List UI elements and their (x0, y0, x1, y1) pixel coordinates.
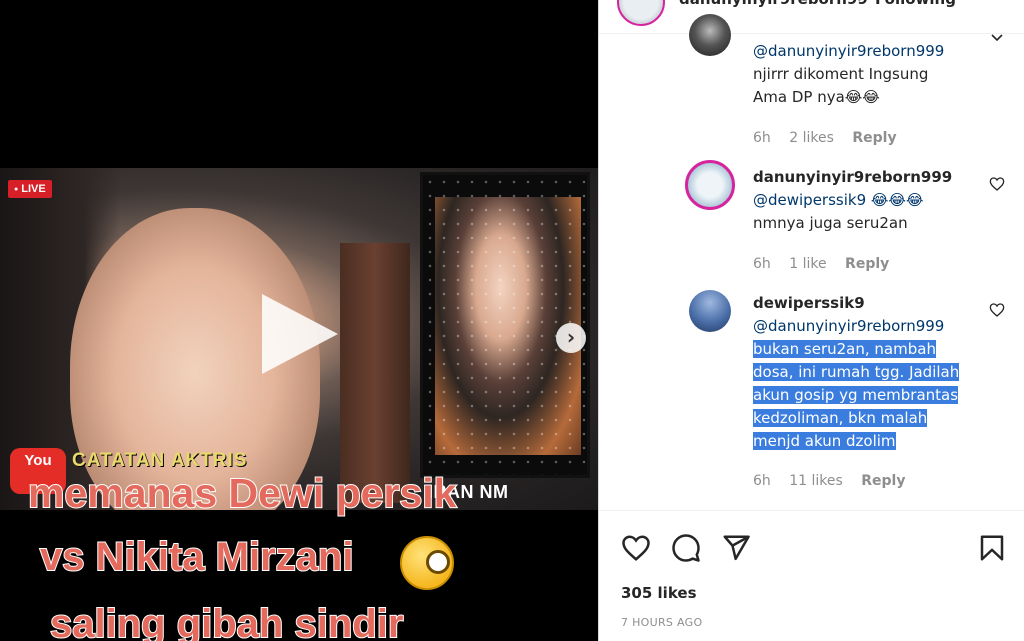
comment-meta: 6h 11 likes Reply (753, 473, 919, 489)
headline-line-2: vs Nikita Mirzani (39, 534, 354, 580)
comment-likes[interactable]: 2 likes (789, 130, 834, 146)
live-badge: LIVE (8, 180, 52, 198)
comment-icon[interactable] (671, 533, 701, 563)
avatar[interactable] (689, 290, 731, 332)
post-header: danunyinyir9reborn99 • Following (599, 0, 1024, 34)
post-media[interactable]: LIVE IRAN NM › You CATATAN AKTRIS memana… (0, 0, 598, 641)
comment-text-selected: dosa, ini rumah tgg. Jadilah (753, 363, 960, 381)
comment-text: nmnya juga seru2an (753, 214, 908, 232)
comment-text-selected: akun gosip yg membrantas (753, 386, 959, 404)
bookmark-icon[interactable] (977, 533, 1007, 563)
author-avatar[interactable] (617, 0, 665, 26)
comment-likes[interactable]: 11 likes (789, 473, 843, 489)
heart-icon[interactable] (621, 533, 651, 563)
comment-text: Ama DP nya😂😂 (753, 88, 880, 106)
comment-age: 6h (753, 256, 771, 272)
chevron-right-icon[interactable]: › (556, 323, 586, 353)
comment-likes[interactable]: 1 like (789, 256, 826, 272)
header-separator: • (855, 0, 864, 8)
headline-line-1: memanas Dewi persik (27, 469, 457, 517)
channel-name: CATATAN AKTRIS (72, 450, 248, 471)
comment-text: njirrr dikoment Ingsung (753, 65, 929, 83)
share-icon[interactable] (721, 533, 751, 563)
comment-meta: 6h 1 like Reply (753, 256, 903, 272)
comment-mention[interactable]: @dewiperssik9 😂😂😂 (753, 189, 989, 212)
comment-mention[interactable]: @danunyinyir9reborn999 (753, 40, 989, 63)
heart-icon[interactable] (989, 176, 1005, 192)
play-icon[interactable] (262, 294, 338, 374)
comment-text-selected: kedzoliman, bkn malah (753, 409, 928, 427)
comment-mention[interactable]: @danunyinyir9reborn999 (753, 315, 989, 338)
comment-username[interactable]: danunyinyir9reborn999 (753, 166, 989, 189)
video-letterbox (0, 0, 598, 168)
reply-button[interactable]: Reply (852, 130, 896, 146)
comment-text-selected: menjd akun dzolim (753, 432, 896, 450)
following-button[interactable]: Following (875, 0, 956, 8)
comment-age: 6h (753, 130, 771, 146)
comment-age: 6h (753, 473, 771, 489)
avatar[interactable] (689, 14, 731, 56)
post-actions: 305 likes 7 HOURS AGO (599, 510, 1024, 641)
heart-icon[interactable] (989, 302, 1005, 318)
comment-meta: 6h 2 likes Reply (753, 130, 911, 146)
author-username[interactable]: danunyinyir9reborn99 (679, 0, 868, 8)
comment-text-selected: bukan seru2an, nambah (753, 340, 936, 358)
chevron-down-icon[interactable] (989, 32, 1005, 44)
comment-username[interactable]: dewiperssik9 (753, 292, 989, 315)
monocle-face-icon (400, 536, 454, 590)
post-timestamp[interactable]: 7 HOURS AGO (621, 616, 702, 629)
reply-button[interactable]: Reply (861, 473, 905, 489)
comments-panel: danunyinyir9reborn99 • Following @danuny… (598, 0, 1024, 641)
reply-button[interactable]: Reply (845, 256, 889, 272)
likes-count[interactable]: 305 likes (621, 584, 697, 602)
headline-line-3: saling gibah sindir (49, 601, 404, 641)
avatar[interactable] (685, 160, 735, 210)
